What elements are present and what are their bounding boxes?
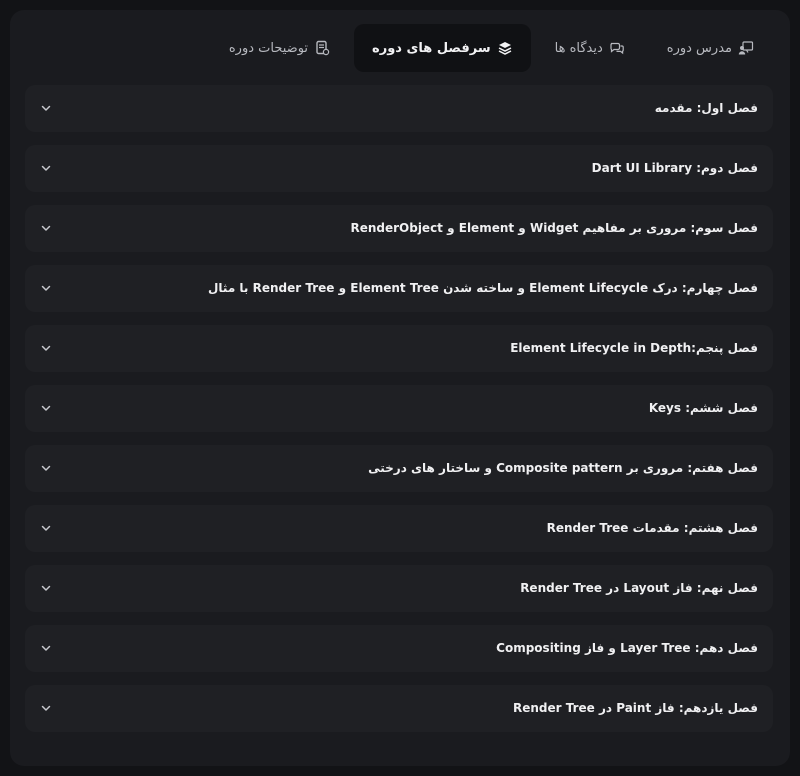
tab-course-description[interactable]: توضیحات دوره: [211, 24, 348, 72]
comments-icon: [609, 40, 625, 56]
tab-label: توضیحات دوره: [228, 40, 309, 56]
tab-label: دیدگاه ها: [554, 40, 603, 56]
teacher-icon: [738, 40, 754, 56]
chevron-down-icon[interactable]: [40, 702, 52, 714]
chapter-title: فصل دوم: Dart UI Library: [591, 161, 758, 175]
chevron-down-icon[interactable]: [40, 102, 52, 114]
chapter-title: فصل هشتم: مقدمات Render Tree: [546, 521, 758, 535]
chapter-item[interactable]: فصل چهارم: درک Element Lifecycle و ساخته…: [25, 265, 773, 312]
chevron-down-icon[interactable]: [40, 342, 52, 354]
chevron-down-icon[interactable]: [40, 462, 52, 474]
chapter-item[interactable]: فصل ششم: Keys: [25, 385, 773, 432]
tab-course-outline[interactable]: سرفصل های دوره: [354, 24, 531, 72]
layers-icon: [497, 40, 513, 56]
chapter-item[interactable]: فصل دوم: Dart UI Library: [25, 145, 773, 192]
chevron-down-icon[interactable]: [40, 282, 52, 294]
chapter-item[interactable]: فصل اول: مقدمه: [25, 85, 773, 132]
chevron-down-icon[interactable]: [40, 522, 52, 534]
chapter-title: فصل نهم: فاز Layout در Render Tree: [520, 581, 758, 595]
chevron-down-icon[interactable]: [40, 162, 52, 174]
chapter-item[interactable]: فصل نهم: فاز Layout در Render Tree: [25, 565, 773, 612]
chapter-title: فصل اول: مقدمه: [654, 101, 758, 115]
document-icon: [314, 40, 330, 56]
chapter-item[interactable]: فصل یازدهم: فاز Paint در Render Tree: [25, 685, 773, 732]
chapter-title: فصل دهم: Layer Tree و فاز Compositing: [496, 641, 758, 655]
tab-label: سرفصل های دوره: [372, 40, 491, 56]
tab-course-teacher[interactable]: مدرس دوره: [649, 24, 772, 72]
tab-comments[interactable]: دیدگاه ها: [537, 24, 643, 72]
chapter-title: فصل هفتم: مروری بر Composite pattern و س…: [368, 461, 758, 475]
chapter-item[interactable]: فصل هفتم: مروری بر Composite pattern و س…: [25, 445, 773, 492]
chevron-down-icon[interactable]: [40, 222, 52, 234]
chapter-item[interactable]: فصل پنجم:Element Lifecycle in Depth: [25, 325, 773, 372]
chapter-title: فصل یازدهم: فاز Paint در Render Tree: [512, 701, 758, 715]
chapter-list: فصل اول: مقدمه فصل دوم: Dart UI Library …: [25, 85, 773, 745]
course-panel: توضیحات دوره سرفصل های دوره دیدگاه ها مد…: [10, 10, 790, 766]
tab-label: مدرس دوره: [666, 40, 732, 56]
chevron-down-icon[interactable]: [40, 582, 52, 594]
chapter-title: فصل سوم: مروری بر مفاهیم Widget و Elemen…: [350, 221, 758, 235]
chapter-item[interactable]: فصل هشتم: مقدمات Render Tree: [25, 505, 773, 552]
chevron-down-icon[interactable]: [40, 402, 52, 414]
chevron-down-icon[interactable]: [40, 642, 52, 654]
course-tabs: توضیحات دوره سرفصل های دوره دیدگاه ها مد…: [211, 24, 772, 72]
chapter-item[interactable]: فصل دهم: Layer Tree و فاز Compositing: [25, 625, 773, 672]
chapter-item[interactable]: فصل سوم: مروری بر مفاهیم Widget و Elemen…: [25, 205, 773, 252]
chapter-title: فصل ششم: Keys: [648, 401, 758, 415]
chapter-title: فصل پنجم:Element Lifecycle in Depth: [510, 341, 758, 355]
chapter-title: فصل چهارم: درک Element Lifecycle و ساخته…: [208, 281, 758, 295]
